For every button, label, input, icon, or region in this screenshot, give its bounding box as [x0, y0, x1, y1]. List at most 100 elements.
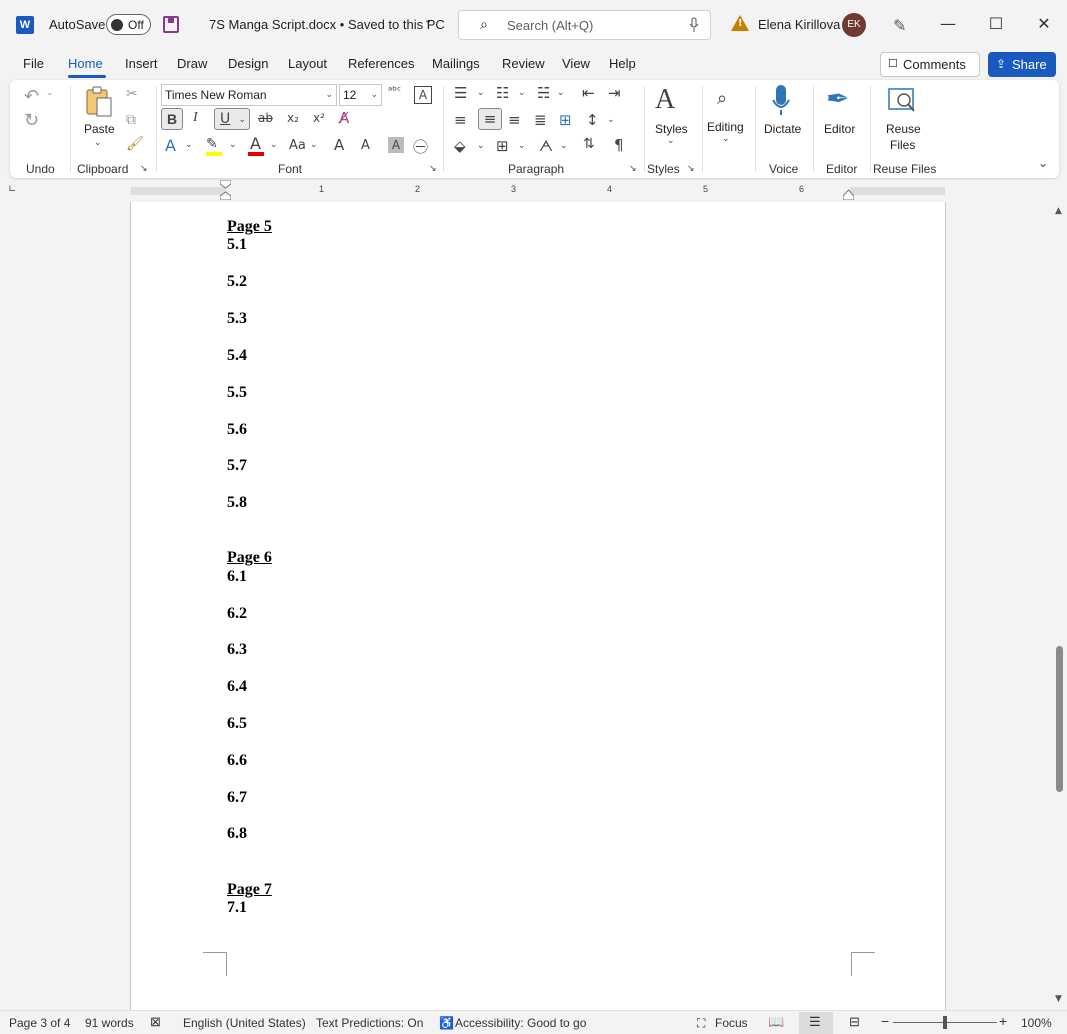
styles-label[interactable]: Styles [655, 122, 688, 136]
clear-case-icon[interactable]: ᵃᵇᶜ [388, 84, 401, 97]
superscript-button[interactable]: x² [313, 111, 325, 125]
user-name[interactable]: Elena Kirillova [758, 17, 840, 32]
accessibility-icon[interactable]: ♿ [439, 1016, 454, 1030]
reuse-files-icon[interactable] [888, 88, 916, 114]
zoom-slider-thumb[interactable] [943, 1016, 947, 1029]
tab-selector-icon[interactable]: ∟ [8, 184, 16, 195]
tab-draw[interactable]: Draw [177, 56, 207, 71]
increase-indent-icon[interactable]: ⇥ [608, 84, 621, 102]
redo-icon[interactable]: ↻ [24, 110, 39, 131]
character-shading-icon[interactable]: A [388, 137, 404, 153]
panel-number[interactable]: 5.5 [227, 384, 247, 402]
chevron-down-icon[interactable]: ⌄ [310, 140, 318, 150]
copy-icon[interactable]: ⧉ [126, 112, 136, 128]
read-mode-icon[interactable]: 📖 [768, 1014, 784, 1030]
show-formatting-marks-icon[interactable]: ¶ [614, 136, 624, 154]
italic-button[interactable]: I [193, 110, 198, 126]
tab-references[interactable]: References [348, 56, 414, 71]
document-area[interactable]: Page 5 5.1 5.2 5.3 5.4 5.5 5.6 5.7 5.8 Page 6 6.1 6… [0, 202, 1052, 1010]
justify-icon[interactable]: ≣ [534, 111, 547, 129]
chevron-down-icon[interactable]: ⌄ [229, 140, 237, 150]
multilevel-list-icon[interactable]: ☵ [537, 84, 550, 102]
tab-design[interactable]: Design [228, 56, 268, 71]
document-page[interactable]: Page 5 5.1 5.2 5.3 5.4 5.5 5.6 5.7 5.8 Page 6 6.1 6… [130, 202, 946, 1010]
text-effects-icon[interactable]: A [165, 136, 176, 155]
font-name-select[interactable]: Times New Roman ⌄ [161, 84, 337, 106]
chevron-down-icon[interactable]: ⌄ [477, 141, 485, 151]
dialog-launcher-icon[interactable]: ↘ [429, 164, 437, 174]
word-count[interactable]: 91 words [85, 1016, 134, 1030]
collapse-ribbon-icon[interactable]: ⌄ [1038, 156, 1048, 170]
zoom-level[interactable]: 100% [1021, 1016, 1052, 1030]
vertical-scrollbar[interactable]: ▲ ▼ [1052, 202, 1067, 1010]
panel-number[interactable]: 6.3 [227, 641, 247, 659]
panel-number[interactable]: 5.7 [227, 457, 247, 475]
line-spacing-icon[interactable]: ↕ [586, 111, 599, 129]
zoom-in-icon[interactable]: + [999, 1013, 1007, 1029]
document-title[interactable]: 7S Manga Script.docx • Saved to this PC [209, 17, 445, 32]
chevron-down-icon[interactable]: ⌄ [477, 88, 485, 98]
chevron-down-icon[interactable]: ⌄ [185, 140, 193, 150]
undo-dropdown-icon[interactable]: ⌄ [46, 88, 54, 98]
tab-insert[interactable]: Insert [125, 56, 158, 71]
shading-icon[interactable]: ⬙ [454, 137, 466, 155]
bullets-icon[interactable]: ☰ [454, 84, 467, 102]
reuse-label-line2[interactable]: Files [890, 138, 915, 152]
font-size-select[interactable]: 12 ⌄ [339, 84, 382, 106]
print-layout-icon[interactable]: ☰ [809, 1014, 821, 1030]
tab-layout[interactable]: Layout [288, 56, 327, 71]
designer-pen-icon[interactable]: ✎ [893, 16, 906, 35]
focus-icon[interactable]: ⛶ [697, 1016, 705, 1031]
grow-font-button[interactable]: A [334, 136, 344, 154]
avatar[interactable]: EK [842, 13, 866, 37]
highlight-icon[interactable]: ✎ [206, 136, 218, 152]
underline-button[interactable]: U ⌄ [214, 108, 250, 130]
text-predictions[interactable]: Text Predictions: On [316, 1016, 423, 1030]
paste-label[interactable]: Paste [84, 122, 115, 136]
change-case-button[interactable]: Aa [289, 138, 306, 153]
paste-dropdown-icon[interactable]: ⌄ [94, 138, 102, 148]
panel-number[interactable]: 6.5 [227, 715, 247, 733]
bold-button[interactable]: B [161, 108, 183, 130]
chevron-down-icon[interactable]: ⌄ [518, 88, 526, 98]
panel-number[interactable]: 6.4 [227, 678, 247, 696]
dictate-microphone-icon[interactable] [772, 84, 790, 116]
dialog-launcher-icon[interactable]: ↘ [687, 164, 695, 174]
panel-number[interactable]: 5.8 [227, 494, 247, 512]
maximize-button[interactable]: ☐ [984, 12, 1008, 36]
distributed-icon[interactable]: ⊞ [559, 111, 572, 129]
warning-icon[interactable] [731, 15, 749, 31]
panel-number[interactable]: 6.2 [227, 605, 247, 623]
chevron-down-icon[interactable]: ⌄ [270, 140, 278, 150]
chevron-down-icon[interactable]: ⌄ [560, 141, 568, 151]
page-heading[interactable]: Page 5 [227, 218, 272, 236]
panel-number[interactable]: 5.3 [227, 310, 247, 328]
right-indent-marker-icon[interactable] [842, 188, 855, 201]
chevron-down-icon[interactable]: ⌄ [557, 88, 565, 98]
styles-icon[interactable]: A [655, 84, 675, 116]
share-button[interactable]: Share [988, 52, 1056, 77]
paste-icon[interactable] [84, 86, 114, 118]
panel-number[interactable]: 5.2 [227, 273, 247, 291]
proofing-icon[interactable]: ⊠ [150, 1014, 161, 1030]
dialog-launcher-icon[interactable]: ↘ [629, 164, 637, 174]
editor-label[interactable]: Editor [824, 122, 855, 136]
cut-icon[interactable]: ✂ [126, 86, 138, 102]
font-color-icon[interactable]: A [250, 134, 261, 153]
save-icon[interactable] [163, 16, 179, 33]
clear-formatting-icon[interactable]: A̸ [339, 109, 349, 127]
chevron-down-icon[interactable]: ⌄ [722, 134, 730, 144]
enclose-characters-icon[interactable]: ㊀ [413, 136, 428, 157]
align-right-icon[interactable]: ≡ [508, 111, 521, 129]
language[interactable]: English (United States) [183, 1016, 306, 1030]
character-border-icon[interactable]: A [414, 86, 432, 104]
accessibility-status[interactable]: Accessibility: Good to go [455, 1016, 586, 1030]
page-count[interactable]: Page 3 of 4 [9, 1016, 70, 1030]
strikethrough-button[interactable]: ab [258, 111, 273, 125]
chevron-down-icon[interactable]: ⌄ [424, 15, 432, 26]
zoom-out-icon[interactable]: − [881, 1013, 889, 1029]
numbering-icon[interactable]: ☷ [496, 84, 509, 102]
chevron-down-icon[interactable]: ⌄ [667, 136, 675, 146]
minimize-button[interactable]: — [936, 12, 960, 36]
panel-number[interactable]: 5.4 [227, 347, 247, 365]
